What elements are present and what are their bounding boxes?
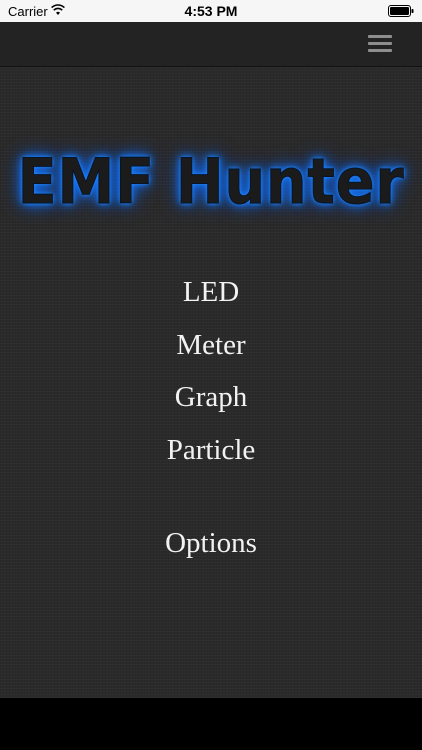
menu-item-label: LED bbox=[182, 276, 240, 308]
menu-line bbox=[368, 35, 392, 38]
menu-line bbox=[368, 42, 392, 45]
status-bar: Carrier 4:53 PM bbox=[0, 0, 422, 22]
hamburger-menu-icon[interactable] bbox=[368, 33, 394, 55]
menu-item-label: Graph bbox=[174, 381, 248, 413]
main-content: EMF Hunter LED Meter Graph Particle Opti… bbox=[0, 67, 422, 698]
status-time: 4:53 PM bbox=[184, 3, 238, 19]
menu-item-meter[interactable]: Meter bbox=[0, 329, 422, 362]
menu-item-graph[interactable]: Graph bbox=[0, 381, 422, 414]
app-logo-title: EMF Hunter bbox=[17, 145, 405, 219]
menu-item-label: Meter bbox=[176, 329, 246, 361]
bottom-bar bbox=[0, 698, 422, 750]
menu-item-label: Particle bbox=[166, 434, 256, 466]
menu-line bbox=[368, 49, 392, 52]
navigation-bar bbox=[0, 22, 422, 67]
app-screen: Carrier 4:53 PM EMF Hunter LED Meter Gra… bbox=[0, 0, 422, 750]
menu-item-options[interactable]: Options bbox=[0, 527, 422, 560]
battery-icon bbox=[388, 5, 414, 17]
menu-item-particle[interactable]: Particle bbox=[0, 434, 422, 467]
menu-item-label: Options bbox=[165, 527, 257, 559]
menu-item-led[interactable]: LED bbox=[0, 276, 422, 309]
